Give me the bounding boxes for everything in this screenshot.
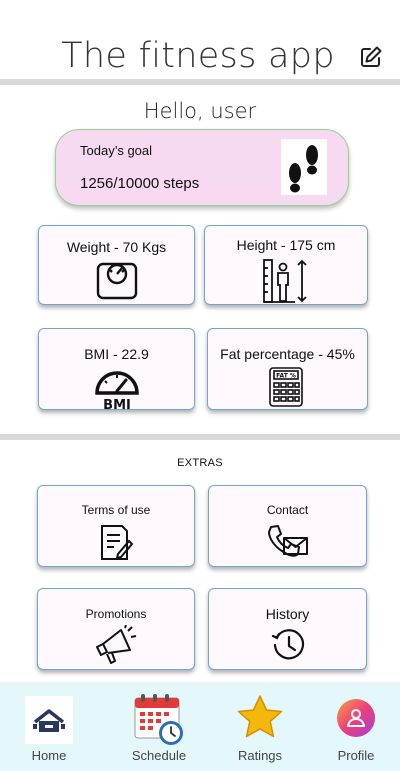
document-icon	[101, 525, 134, 560]
megaphone-icon	[96, 625, 137, 664]
goal-value: 1256/10000 steps	[80, 175, 200, 192]
header-divider	[0, 79, 400, 85]
scale-icon	[96, 262, 138, 300]
height-tile[interactable]: Height - 175 cm	[204, 225, 368, 305]
promotions-tile[interactable]: Promotions	[37, 588, 195, 670]
fat-percentage-tile[interactable]: Fat percentage - 45% FAT %	[207, 328, 368, 410]
footprints-icon	[281, 139, 327, 195]
extras-title: EXTRAS	[177, 457, 223, 469]
bmi-gauge-text: BMI	[103, 398, 131, 411]
nav-profile-label: Profile	[337, 748, 375, 763]
bmi-gauge-icon: BMI	[95, 371, 139, 411]
app-title: The fitness app	[61, 36, 335, 76]
history-icon	[271, 629, 305, 660]
nav-ratings-label: Ratings	[237, 748, 283, 763]
nav-home[interactable]: Home	[9, 682, 89, 771]
goal-label: Today’s goal	[80, 143, 153, 158]
home-icon	[25, 696, 73, 744]
nav-schedule-label: Schedule	[131, 748, 187, 763]
terms-of-use-tile[interactable]: Terms of use	[37, 485, 195, 567]
edit-icon[interactable]	[358, 44, 384, 70]
contact-tile[interactable]: Contact	[208, 485, 367, 567]
nav-ratings[interactable]: Ratings	[220, 682, 300, 771]
greeting: Hello, user	[143, 99, 257, 123]
nav-schedule[interactable]: Schedule	[119, 682, 199, 771]
height-label: Height - 175 cm	[236, 237, 336, 253]
promotions-label: Promotions	[85, 607, 147, 621]
calculator-text: FAT %	[276, 373, 296, 380]
terms-of-use-label: Terms of use	[81, 503, 151, 517]
height-icon	[263, 259, 307, 303]
daily-goal-card[interactable]: Today’s goal 1256/10000 steps	[55, 129, 349, 206]
weight-label: Weight - 70 Kgs	[66, 239, 167, 255]
nav-profile[interactable]: Profile	[316, 682, 396, 771]
bmi-label: BMI - 22.9	[84, 346, 149, 362]
star-icon	[237, 695, 283, 738]
app-header: The fitness app	[0, 0, 400, 80]
fat-percentage-label: Fat percentage - 45%	[220, 346, 355, 362]
calendar-icon	[134, 694, 183, 745]
nav-home-label: Home	[31, 748, 67, 763]
bottom-nav: Home Schedule Ratings Profile	[0, 682, 400, 771]
weight-tile[interactable]: Weight - 70 Kgs	[38, 225, 195, 305]
history-tile[interactable]: History	[208, 588, 367, 670]
phone-mail-icon	[268, 525, 308, 557]
profile-icon	[337, 699, 375, 737]
bmi-tile[interactable]: BMI - 22.9 BMI	[38, 328, 195, 411]
calculator-icon: FAT %	[269, 367, 303, 407]
contact-label: Contact	[266, 503, 309, 517]
history-label: History	[265, 606, 310, 622]
section-divider	[0, 434, 400, 440]
